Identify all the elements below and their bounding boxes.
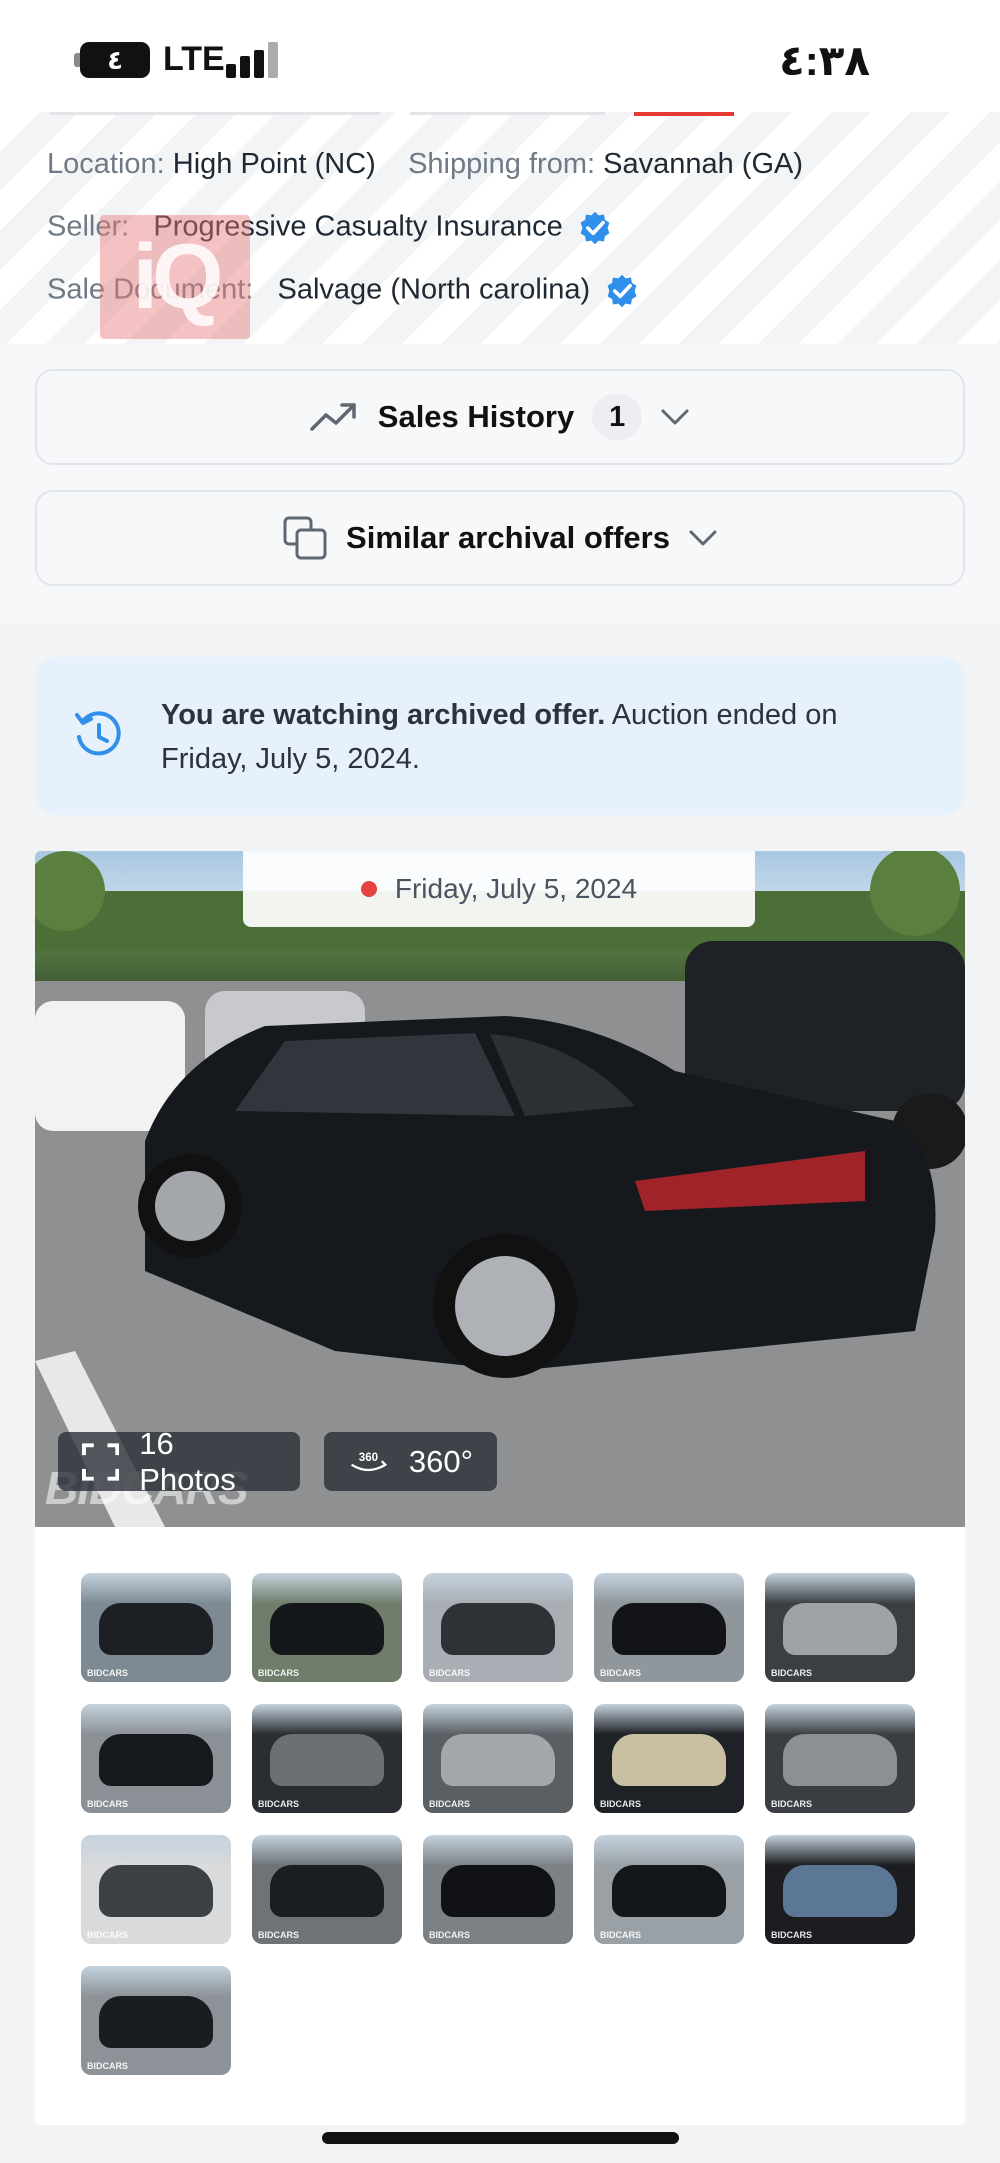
- thumbnail-watermark: BIDCARS: [771, 1799, 813, 1809]
- thumbnail-watermark: BIDCARS: [429, 1799, 471, 1809]
- sales-history-count: 1: [592, 394, 643, 440]
- thumbnail-front-damage-right[interactable]: BIDCARS: [81, 1704, 231, 1813]
- thumbnail-interior-seats[interactable]: BIDCARS: [765, 1573, 915, 1682]
- thumbnail-subject: [99, 1865, 213, 1917]
- verified-badge-icon: [607, 274, 637, 308]
- photo-gallery: Friday, July 5, 2024 BIDCARS 16 Photos 3…: [35, 851, 965, 2125]
- thumbnail-odometer[interactable]: BIDCARS: [765, 1835, 915, 1944]
- sales-history-label: Sales History: [377, 399, 575, 434]
- thumbnail-subject: [99, 1603, 213, 1655]
- chevron-down-icon: [689, 530, 717, 546]
- thumbnail-airbag-deployed[interactable]: BIDCARS: [81, 1835, 231, 1944]
- thumbnail-watermark: BIDCARS: [87, 1799, 129, 1809]
- thumbnail-front-left-lot[interactable]: BIDCARS: [252, 1573, 402, 1682]
- thumbnail-side-profile-black[interactable]: BIDCARS: [594, 1835, 744, 1944]
- thumbnail-watermark: BIDCARS: [600, 1930, 642, 1940]
- sales-history-button[interactable]: Sales History 1: [35, 369, 965, 465]
- similar-offers-button[interactable]: Similar archival offers: [35, 490, 965, 586]
- thumbnail-subject: [270, 1603, 384, 1655]
- battery-icon: ٤: [80, 42, 150, 78]
- thumbnail-front-damage-left[interactable]: BIDCARS: [81, 1573, 231, 1682]
- network-label: LTE: [163, 40, 225, 78]
- trend-up-icon: [310, 403, 356, 431]
- thumbnail-engine-bay[interactable]: BIDCARS: [765, 1704, 915, 1813]
- thumbnail-watermark: BIDCARS: [87, 1668, 129, 1678]
- fullscreen-icon: [82, 1442, 120, 1481]
- thumbnail-subject: [612, 1865, 726, 1917]
- thumbnail-subject: [612, 1603, 726, 1655]
- thumbnail-side-profile-left[interactable]: BIDCARS: [423, 1835, 573, 1944]
- rotate-360-badge: 360: [359, 1452, 378, 1464]
- thumbnail-watermark: BIDCARS: [771, 1668, 813, 1678]
- auction-date: Friday, July 5, 2024: [394, 873, 638, 904]
- home-indicator: [322, 2132, 679, 2144]
- thumbnail-rear-left-gray[interactable]: BIDCARS: [423, 1573, 573, 1682]
- history-icon: [75, 711, 121, 756]
- photos-count-label: 16 Photos: [139, 1425, 236, 1497]
- shipping-label: Shipping from:: [408, 148, 596, 180]
- main-photo[interactable]: Friday, July 5, 2024 BIDCARS 16 Photos 3…: [35, 851, 965, 1527]
- thumbnail-subject: [783, 1603, 897, 1655]
- thumbnail-watermark: BIDCARS: [429, 1930, 471, 1940]
- copy-icon: [283, 516, 327, 560]
- thumbnail-watermark: BIDCARS: [600, 1668, 642, 1678]
- thumbnail-subject: [99, 1734, 213, 1786]
- sale-document-value: Salvage (North carolina): [277, 273, 591, 306]
- tab-stub-active: [634, 112, 734, 116]
- thumbnail-instrument-cluster[interactable]: BIDCARS: [252, 1704, 402, 1813]
- archived-message: You are watching archived offer. Auction…: [161, 693, 901, 781]
- view-360-button[interactable]: 360 360°: [324, 1432, 497, 1491]
- thumbnail-watermark: BIDCARS: [258, 1668, 300, 1678]
- thumbnail-rear-view[interactable]: BIDCARS: [81, 1966, 231, 2075]
- location-label: Location:: [47, 148, 165, 180]
- thumbnail-door-label[interactable]: BIDCARS: [594, 1704, 744, 1813]
- thumbnail-subject: [270, 1865, 384, 1917]
- location-value: High Point (NC): [172, 148, 376, 180]
- view-360-label: 360°: [408, 1443, 473, 1479]
- iq-watermark-logo: iQ: [100, 215, 250, 339]
- thumbnail-subject: [783, 1865, 897, 1917]
- thumbnail-subject: [99, 1996, 213, 2048]
- thumbnail-subject: [441, 1865, 555, 1917]
- similar-offers-label: Similar archival offers: [346, 520, 670, 555]
- thumbnail-subject: [783, 1734, 897, 1786]
- thumbnail-watermark: BIDCARS: [258, 1930, 300, 1940]
- signal-icon: [226, 42, 284, 78]
- shipping-value: Savannah (GA): [603, 148, 804, 180]
- history-panel: Sales History 1 Similar archival offers: [0, 344, 1000, 624]
- all-photos-button[interactable]: 16 Photos: [58, 1426, 300, 1497]
- thumbnail-watermark: BIDCARS: [600, 1799, 642, 1809]
- status-dot: [360, 881, 377, 897]
- thumbnail-watermark: BIDCARS: [429, 1668, 471, 1678]
- thumbnail-subject: [270, 1734, 384, 1786]
- tab-stub: [50, 112, 380, 115]
- chevron-down-icon: [661, 409, 689, 425]
- archived-message-bold: You are watching archived offer.: [161, 699, 606, 731]
- thumbnail-watermark: BIDCARS: [87, 2061, 129, 2071]
- thumbnail-rear-seats[interactable]: BIDCARS: [423, 1704, 573, 1813]
- thumbnail-watermark: BIDCARS: [87, 1930, 129, 1940]
- thumbnail-subject: [441, 1734, 555, 1786]
- status-bar: ٤ LTE ٤:٣٨: [0, 0, 1000, 112]
- thumbnail-watermark: BIDCARS: [771, 1930, 813, 1940]
- thumbnail-front-bumper[interactable]: BIDCARS: [252, 1835, 402, 1944]
- tab-stub: [410, 112, 605, 115]
- thumbnail-subject: [612, 1734, 726, 1786]
- clock: ٤:٣٨: [779, 37, 870, 84]
- auction-date-chip: Friday, July 5, 2024: [243, 851, 755, 927]
- location-row: Location: High Point (NC) Shipping from:…: [47, 148, 803, 181]
- verified-badge-icon: [580, 211, 610, 245]
- rotate-360-icon: 360: [350, 1452, 388, 1471]
- archived-offer-banner: You are watching archived offer. Auction…: [35, 657, 965, 815]
- thumbnail-rear-left-black[interactable]: BIDCARS: [594, 1573, 744, 1682]
- thumbnail-subject: [441, 1603, 555, 1655]
- thumbnail-watermark: BIDCARS: [258, 1799, 300, 1809]
